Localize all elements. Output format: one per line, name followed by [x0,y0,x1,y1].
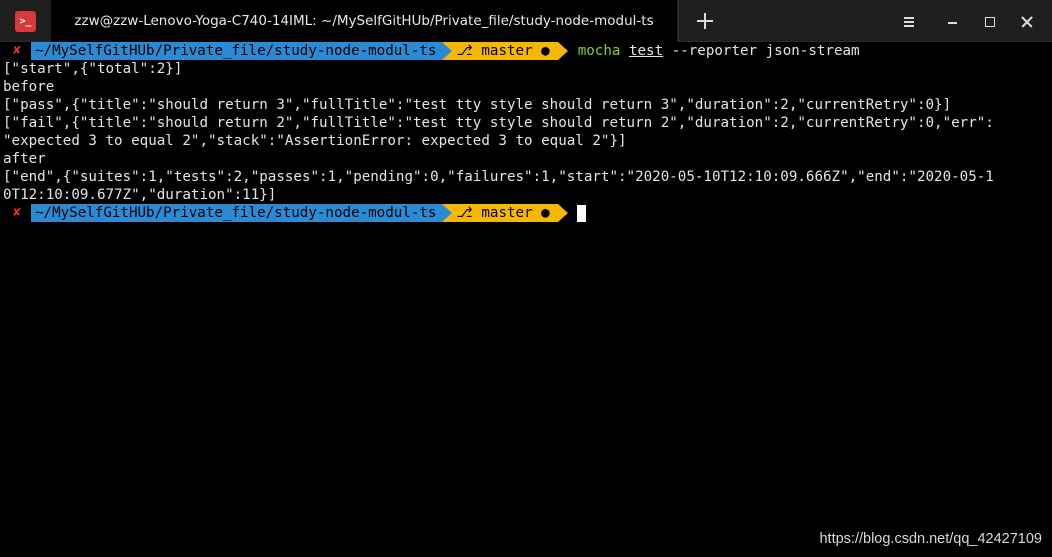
output-line: ["pass",{"title":"should return 3","full… [3,97,952,113]
terminal-app-icon[interactable]: >_ [15,11,36,32]
new-tab-button[interactable] [678,0,730,42]
command-argument: test [628,43,664,59]
maximize-button[interactable] [979,11,1001,33]
git-branch-segment: ⎇ master ● [452,42,558,60]
command-program: mocha [577,43,621,59]
output-line: ["fail",{"title":"should return 2","full… [3,115,994,131]
powerline-separator-icon [557,42,568,60]
hamburger-icon [904,17,914,19]
output-line: before [3,79,55,95]
git-branch-name: master [481,205,533,221]
dirty-marker: ● [541,43,550,59]
tab-title: zzw@zzw-Lenovo-Yoga-C740-14IML: ~/MySelf… [74,13,654,29]
minimize-icon [948,22,957,24]
output-line: "expected 3 to equal 2","stack":"Asserti… [3,133,627,149]
prompt-path: ~/MySelfGitHUb/Private_file/study-node-m… [21,204,443,222]
output-line: ["end",{"suites":1,"tests":2,"passes":1,… [3,169,994,185]
title-bar: >_ zzw@zzw-Lenovo-Yoga-C740-14IML: ~/MyS… [0,0,1052,42]
command: mocha test --reporter json-stream [568,42,860,60]
terminal-output[interactable]: ✘ ~/MySelfGitHUb/Private_file/study-node… [0,42,1052,557]
close-button[interactable] [1017,11,1039,33]
branch-icon: ⎇ [456,43,482,59]
minimize-button[interactable] [942,11,964,33]
tab-terminal[interactable]: zzw@zzw-Lenovo-Yoga-C740-14IML: ~/MySelf… [51,0,677,42]
command-options: --reporter json-stream [671,43,860,59]
output-line: ["start",{"total":2}] [3,61,183,77]
watermark: https://blog.csdn.net/qq_42427109 [819,531,1042,547]
prompt-line: ✘ ~/MySelfGitHUb/Private_file/study-node… [3,204,1052,222]
output-line: 0T12:10:09.677Z","duration":11}] [3,187,277,203]
branch-icon: ⎇ [456,205,482,221]
prompt-line: ✘ ~/MySelfGitHUb/Private_file/study-node… [3,42,1052,60]
git-branch-name: master [481,43,533,59]
menu-button[interactable] [898,11,920,33]
git-branch-segment: ⎇ master ● [452,204,558,222]
text-cursor [576,204,586,222]
dirty-marker: ● [541,205,550,221]
maximize-icon [985,17,995,27]
powerline-separator-icon [442,204,453,222]
powerline-separator-icon [557,204,568,222]
prompt-path: ~/MySelfGitHUb/Private_file/study-node-m… [21,42,443,60]
output-line: after [3,151,46,167]
powerline-separator-icon [442,42,453,60]
